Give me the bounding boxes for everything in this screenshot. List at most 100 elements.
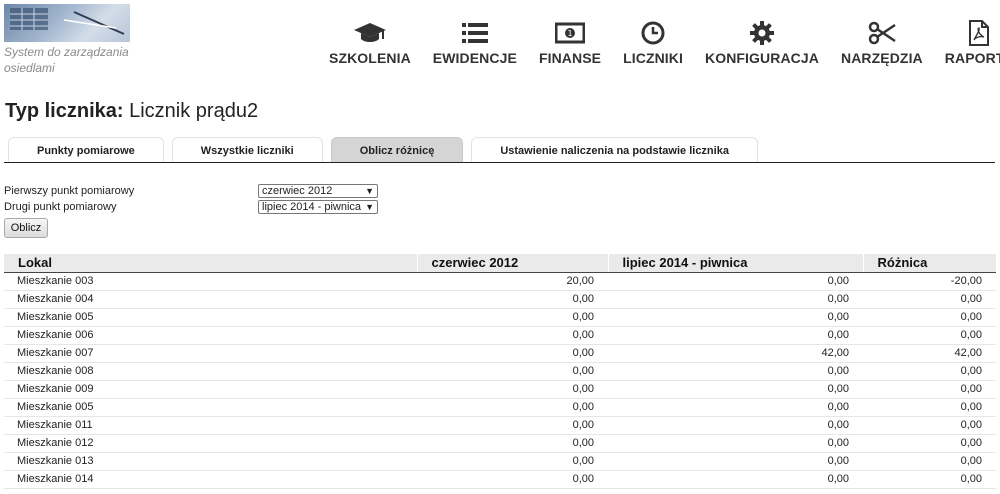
table-row: Mieszkanie 003 20,00 0,00 -20,00: [4, 272, 996, 291]
second-point-value-cell: 0,00: [608, 398, 863, 417]
nav-narzedzia[interactable]: NARZĘDZIA: [830, 20, 934, 66]
lokal-cell: Mieszkanie 004: [4, 290, 417, 309]
page-title: Typ licznika: Licznik prądu2: [5, 100, 258, 123]
difference-cell: 0,00: [863, 398, 996, 417]
lokal-cell: Mieszkanie 011: [4, 416, 417, 435]
clock-icon: [641, 20, 665, 46]
first-point-select[interactable]: czerwiec 2012 ▼: [258, 184, 378, 198]
first-point-value-cell: 0,00: [417, 344, 608, 363]
page-title-value: Licznik prądu2: [129, 100, 259, 122]
column-header-second-point: lipiec 2014 - piwnica: [607, 254, 863, 273]
second-point-value-cell: 0,00: [608, 434, 863, 453]
lokal-cell: Mieszkanie 013: [4, 452, 417, 471]
tab-punkty-pomiarowe[interactable]: Punkty pomiarowe: [8, 137, 164, 163]
column-header-lokal: Lokal: [4, 254, 417, 273]
second-point-value-cell: 42,00: [608, 344, 863, 363]
table-row: Mieszkanie 008 0,00 0,00 0,00: [4, 362, 996, 381]
difference-cell: 42,00: [863, 344, 996, 363]
nav-label: LICZNIKI: [623, 50, 683, 66]
difference-cell: 0,00: [863, 416, 996, 435]
difference-cell: 0,00: [863, 452, 996, 471]
compare-form: Pierwszy punkt pomiarowy czerwiec 2012 ▼…: [4, 183, 378, 238]
difference-cell: 0,00: [863, 290, 996, 309]
second-point-value-cell: 0,00: [608, 416, 863, 435]
nav-liczniki[interactable]: LICZNIKI: [612, 20, 694, 66]
nav-raporty[interactable]: RAPORTY: [934, 20, 1000, 66]
table-header-row: Lokal czerwiec 2012 lipiec 2014 - piwnic…: [4, 254, 996, 273]
nav-label: EWIDENCJE: [432, 50, 517, 66]
page-title-prefix: Typ licznika:: [5, 100, 124, 122]
first-point-value-cell: 0,00: [417, 380, 608, 399]
table-row: Mieszkanie 011 0,00 0,00 0,00: [4, 416, 996, 435]
first-point-value-cell: 0,00: [417, 362, 608, 381]
nav-konfiguracja[interactable]: KONFIGURACJA: [694, 20, 830, 66]
first-point-value-cell: 0,00: [417, 470, 608, 489]
gear-icon: [749, 20, 774, 46]
tab-oblicz-roznice[interactable]: Oblicz różnicę: [330, 137, 464, 163]
first-point-value-cell: 0,00: [417, 452, 608, 471]
second-point-label: Drugi punkt pomiarowy: [4, 201, 117, 213]
lokal-cell: Mieszkanie 003: [4, 272, 417, 291]
table-row: Mieszkanie 014 0,00 0,00 0,00: [4, 470, 996, 489]
logo-image: [10, 8, 125, 35]
tab-ustawienie-naliczenia[interactable]: Ustawienie naliczenia na podstawie liczn…: [471, 137, 758, 163]
table-row: Mieszkanie 012 0,00 0,00 0,00: [4, 434, 996, 453]
second-point-value-cell: 0,00: [608, 362, 863, 381]
tab-bar: Punkty pomiarowe Wszystkie liczniki Obli…: [8, 137, 766, 163]
nav-label: SZKOLENIA: [329, 50, 411, 66]
first-point-value-cell: 20,00: [417, 272, 608, 291]
first-point-value-cell: 0,00: [417, 290, 608, 309]
difference-cell: 0,00: [863, 470, 996, 489]
money-icon: 1: [555, 20, 586, 46]
graduation-cap-icon: [353, 20, 387, 46]
first-point-label: Pierwszy punkt pomiarowy: [4, 185, 135, 197]
table-row: Mieszkanie 004 0,00 0,00 0,00: [4, 290, 996, 309]
nav-finanse[interactable]: 1 FINANSE: [528, 20, 612, 66]
first-point-row: Pierwszy punkt pomiarowy czerwiec 2012 ▼: [4, 183, 378, 199]
nav-szkolenia[interactable]: SZKOLENIA: [318, 20, 422, 66]
second-point-value-cell: 0,00: [608, 290, 863, 309]
lokal-cell: Mieszkanie 005: [4, 308, 417, 327]
dropdown-arrow-icon: ▼: [365, 186, 374, 196]
second-point-value-cell: 0,00: [608, 272, 863, 291]
second-point-value: lipiec 2014 - piwnica: [262, 201, 362, 213]
difference-cell: 0,00: [863, 434, 996, 453]
lokal-cell: Mieszkanie 005: [4, 398, 417, 417]
lokal-cell: Mieszkanie 007: [4, 344, 417, 363]
table-row: Mieszkanie 009 0,00 0,00 0,00: [4, 380, 996, 399]
table-row: Mieszkanie 007 0,00 42,00 42,00: [4, 344, 996, 363]
list-icon: [461, 20, 488, 46]
lokal-cell: Mieszkanie 008: [4, 362, 417, 381]
first-point-value-cell: 0,00: [417, 308, 608, 327]
lokal-cell: Mieszkanie 009: [4, 380, 417, 399]
nav-label: RAPORTY: [944, 50, 1000, 66]
brand-tagline: System do zarządzania osiedlami: [4, 45, 129, 75]
lokal-cell: Mieszkanie 006: [4, 326, 417, 345]
difference-cell: -20,00: [863, 272, 996, 291]
column-header-difference: Różnica: [862, 254, 996, 273]
nav-label: KONFIGURACJA: [705, 50, 819, 66]
calculate-button[interactable]: Oblicz: [4, 218, 48, 238]
nav-label: NARZĘDZIA: [840, 50, 923, 66]
first-point-value-cell: 0,00: [417, 398, 608, 417]
table-row: Mieszkanie 005 0,00 0,00 0,00: [4, 308, 996, 327]
nav-ewidencje[interactable]: EWIDENCJE: [422, 20, 528, 66]
svg-text:1: 1: [567, 29, 572, 38]
scissors-icon: [868, 20, 896, 46]
second-point-value-cell: 0,00: [608, 470, 863, 489]
results-table: Lokal czerwiec 2012 lipiec 2014 - piwnic…: [4, 254, 996, 489]
second-point-select[interactable]: lipiec 2014 - piwnica ▼: [258, 200, 378, 214]
lokal-cell: Mieszkanie 014: [4, 470, 417, 489]
table-row: Mieszkanie 006 0,00 0,00 0,00: [4, 326, 996, 345]
dropdown-arrow-icon: ▼: [365, 202, 374, 212]
tab-wszystkie-liczniki[interactable]: Wszystkie liczniki: [171, 137, 323, 163]
second-point-value-cell: 0,00: [608, 380, 863, 399]
lokal-cell: Mieszkanie 012: [4, 434, 417, 453]
second-point-value-cell: 0,00: [608, 326, 863, 345]
pdf-file-icon: [969, 20, 990, 46]
first-point-value-cell: 0,00: [417, 416, 608, 435]
logo[interactable]: [4, 4, 130, 42]
first-point-value-cell: 0,00: [417, 326, 608, 345]
difference-cell: 0,00: [863, 362, 996, 381]
table-row: Mieszkanie 013 0,00 0,00 0,00: [4, 452, 996, 471]
